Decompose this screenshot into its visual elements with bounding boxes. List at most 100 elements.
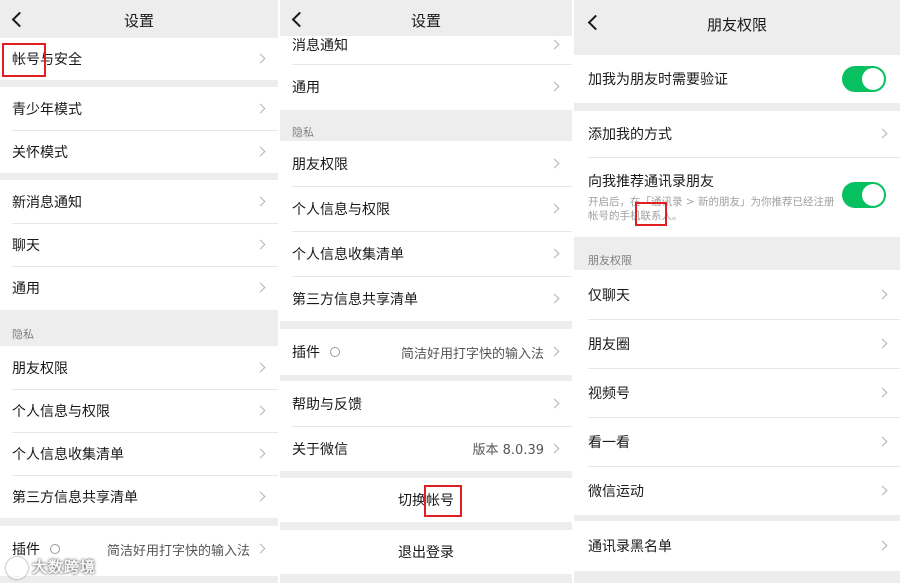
settings-panel-left: 设置 帐号与安全 青少年模式 关怀模式 新消息通知 聊天 通用 隐私 朋友权限 …: [0, 0, 278, 583]
section-label-privacy: 隐私: [292, 126, 314, 139]
chevron-right-icon: [549, 443, 560, 453]
settings-group: 帮助与反馈 关于微信 版本 8.0.39: [280, 381, 572, 471]
recommend-toggle[interactable]: [842, 182, 886, 208]
wechat-sports-item[interactable]: 微信运动: [574, 466, 900, 515]
chevron-right-icon: [877, 128, 888, 139]
watermark: 大数跨境: [6, 556, 96, 579]
general-item[interactable]: 通用: [0, 266, 278, 310]
chevron-right-icon: [255, 146, 266, 156]
general-item[interactable]: 通用: [280, 64, 572, 110]
shield-icon: [330, 347, 340, 357]
settings-group: 新消息通知 聊天 通用: [0, 180, 278, 310]
item-label: 微信运动: [588, 483, 644, 500]
recommend-contacts-item: 向我推荐通讯录朋友 开启后，在「通讯录 > 新的朋友」为你推荐已经注册帐号的手机…: [574, 157, 900, 237]
chat-item[interactable]: 聊天: [0, 223, 278, 266]
item-label: 个人信息与权限: [12, 403, 110, 420]
item-label: 朋友圈: [588, 336, 630, 353]
chevron-right-icon: [255, 491, 266, 501]
logout-group: 退出登录: [280, 530, 572, 574]
chevron-right-icon: [549, 203, 560, 213]
verification-toggle[interactable]: [842, 66, 886, 92]
watermark-text: 大数跨境: [32, 558, 97, 576]
plugin-item[interactable]: 插件 简洁好用打字快的输入法: [280, 329, 572, 375]
toggle-knob: [862, 184, 884, 206]
chevron-right-icon: [877, 436, 888, 446]
chevron-right-icon: [549, 293, 560, 303]
plugin-group: 插件 简洁好用打字快的输入法: [280, 329, 572, 375]
page-title: 朋友权限: [706, 16, 767, 34]
item-label: 向我推荐通讯录朋友: [588, 174, 714, 190]
highlight-box: [2, 43, 46, 77]
item-label: 第三方信息共享清单: [12, 489, 138, 506]
settings-group: 加我为朋友时需要验证: [574, 55, 900, 103]
logout-label: 退出登录: [398, 545, 454, 561]
contacts-blacklist-item[interactable]: 通讯录黑名单: [574, 521, 900, 571]
chevron-right-icon: [255, 543, 266, 554]
personal-info-item[interactable]: 个人信息与权限: [0, 389, 278, 432]
page-title: 设置: [123, 12, 154, 30]
friend-permissions-item[interactable]: 朋友权限: [0, 346, 278, 389]
about-wechat-item[interactable]: 关于微信 版本 8.0.39: [280, 426, 572, 471]
add-methods-item[interactable]: 添加我的方式: [574, 111, 900, 157]
chat-only-item[interactable]: 仅聊天: [574, 270, 900, 319]
chevron-right-icon: [255, 448, 266, 458]
chevron-right-icon: [255, 405, 266, 415]
third-party-sharing-item[interactable]: 第三方信息共享清单: [0, 475, 278, 518]
chevron-right-icon: [877, 289, 888, 299]
nav-bar: 设置: [0, 0, 278, 36]
plugin-label: 插件: [292, 345, 320, 361]
chevron-right-icon: [549, 346, 560, 357]
chevron-right-icon: [255, 196, 266, 206]
item-label: 帮助与反馈: [292, 396, 362, 413]
third-party-sharing-item[interactable]: 第三方信息共享清单: [280, 276, 572, 321]
chevron-right-icon: [255, 282, 266, 293]
item-label: 青少年模式: [12, 101, 82, 118]
chevron-right-icon: [255, 103, 266, 113]
item-label: 看一看: [588, 434, 630, 451]
info-collection-item[interactable]: 个人信息收集清单: [280, 231, 572, 276]
teen-mode-item[interactable]: 青少年模式: [0, 87, 278, 130]
chevron-right-icon: [549, 398, 560, 408]
item-label: 插件: [292, 329, 340, 375]
settings-group: 青少年模式 关怀模式: [0, 87, 278, 173]
chevron-right-icon: [549, 81, 560, 92]
item-label: 个人信息收集清单: [292, 246, 404, 263]
item-label: 视频号: [588, 385, 630, 402]
section-label-friend-permissions: 朋友权限: [588, 254, 632, 267]
item-label: 朋友权限: [12, 360, 68, 377]
highlight-box: [635, 202, 667, 226]
help-feedback-item[interactable]: 帮助与反馈: [280, 381, 572, 426]
item-label: 朋友权限: [292, 156, 348, 173]
permissions-group: 仅聊天 朋友圈 视频号 看一看 微信运动: [574, 270, 900, 515]
notifications-item[interactable]: 消息通知: [280, 36, 572, 54]
item-label: 个人信息与权限: [292, 201, 390, 218]
item-label: 消息通知: [292, 38, 348, 54]
personal-info-item[interactable]: 个人信息与权限: [280, 186, 572, 231]
settings-group: 消息通知 通用: [280, 36, 572, 110]
moments-item[interactable]: 朋友圈: [574, 319, 900, 368]
chevron-right-icon: [549, 158, 560, 168]
chevron-right-icon: [255, 362, 266, 372]
blacklist-group: 通讯录黑名单: [574, 521, 900, 571]
chevron-right-icon: [877, 387, 888, 397]
channels-item[interactable]: 视频号: [574, 368, 900, 417]
item-label: 关怀模式: [12, 144, 68, 161]
top-stories-item[interactable]: 看一看: [574, 417, 900, 466]
plugin-value: 简洁好用打字快的输入法: [400, 346, 544, 362]
logout-button[interactable]: 退出登录: [280, 530, 572, 574]
chevron-right-icon: [877, 485, 888, 495]
section-label-privacy: 隐私: [12, 328, 34, 341]
watermark-logo-icon: [6, 556, 28, 579]
care-mode-item[interactable]: 关怀模式: [0, 130, 278, 173]
chevron-right-icon: [549, 248, 560, 258]
item-label: 通讯录黑名单: [588, 539, 672, 555]
chevron-right-icon: [255, 53, 266, 64]
item-label: 加我为朋友时需要验证: [588, 72, 728, 88]
page-title: 设置: [410, 12, 441, 30]
friend-permissions-panel: 朋友权限 加我为朋友时需要验证 添加我的方式 向我推荐通讯录朋友 开启后，在「通…: [574, 0, 900, 583]
notifications-item[interactable]: 新消息通知: [0, 180, 278, 223]
highlight-box: [424, 485, 462, 517]
friend-permissions-item[interactable]: 朋友权限: [280, 141, 572, 186]
chevron-right-icon: [877, 338, 888, 348]
info-collection-item[interactable]: 个人信息收集清单: [0, 432, 278, 475]
